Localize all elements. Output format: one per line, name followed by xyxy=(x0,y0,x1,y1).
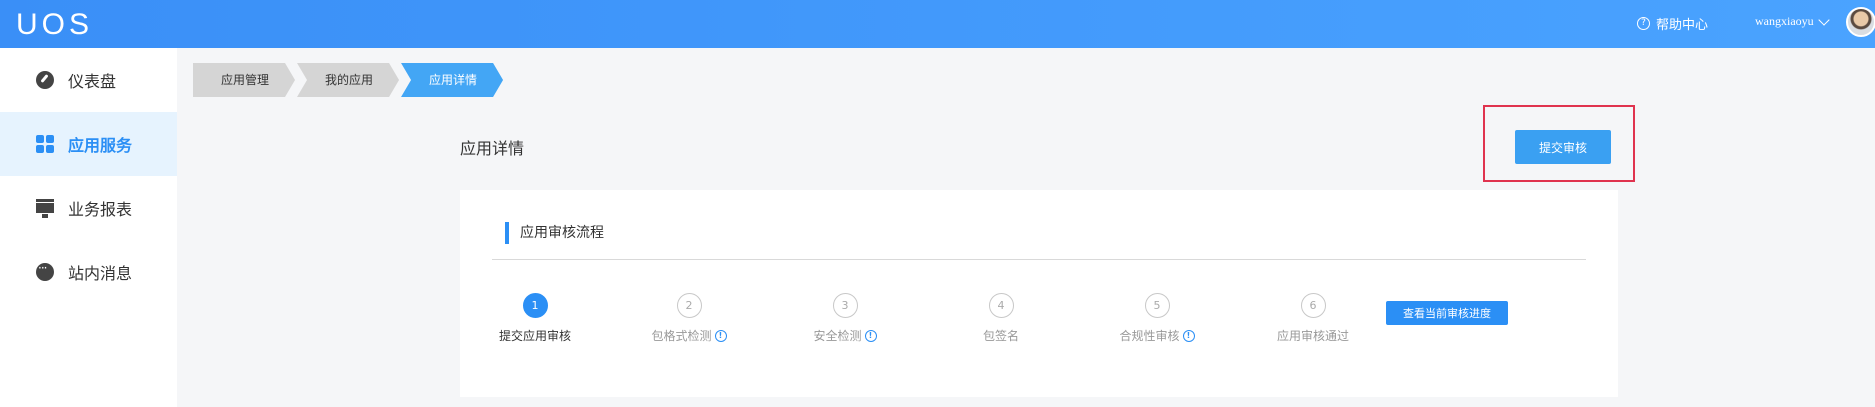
sidebar-item-dashboard[interactable]: 仪表盘 xyxy=(0,48,177,112)
breadcrumb-app-management[interactable]: 应用管理 xyxy=(193,63,295,97)
sidebar-item-label: 业务报表 xyxy=(68,200,133,219)
step-2: 2 包格式检测! xyxy=(619,293,759,344)
breadcrumb-app-detail: 应用详情 xyxy=(401,63,503,97)
username: wangxiaoyu xyxy=(1755,14,1814,28)
message-icon xyxy=(36,261,54,281)
divider xyxy=(492,259,1586,260)
step-label: 提交应用审核 xyxy=(498,329,571,343)
user-menu[interactable]: wangxiaoyu xyxy=(1755,13,1830,29)
breadcrumb-my-apps[interactable]: 我的应用 xyxy=(297,63,399,97)
sidebar-item-label: 应用服务 xyxy=(68,136,133,155)
top-bar: UOS ? 帮助中心 wangxiaoyu xyxy=(0,0,1875,48)
step-label: 应用审核通过 xyxy=(1276,329,1349,343)
grid-icon xyxy=(36,135,54,153)
sidebar-item-messages[interactable]: 站内消息 xyxy=(0,240,177,304)
report-icon xyxy=(36,199,54,218)
chevron-down-icon xyxy=(1817,13,1830,26)
view-progress-button[interactable]: 查看当前审核进度 xyxy=(1386,301,1508,325)
sidebar-item-label: 站内消息 xyxy=(68,264,133,283)
step-label: 包格式检测 xyxy=(651,329,712,343)
step-label: 包签名 xyxy=(982,329,1019,343)
logo: UOS xyxy=(16,8,94,41)
section-title: 应用审核流程 xyxy=(505,222,604,244)
page-title: 应用详情 xyxy=(460,139,525,158)
step-label: 合规性审核 xyxy=(1119,329,1180,343)
sidebar: 仪表盘 应用服务 业务报表 站内消息 xyxy=(0,48,177,407)
help-center-label: 帮助中心 xyxy=(1656,18,1709,33)
step-number: 5 xyxy=(1144,293,1170,318)
info-icon[interactable]: ! xyxy=(864,329,877,342)
sidebar-item-app-services[interactable]: 应用服务 xyxy=(0,112,177,176)
dashboard-icon xyxy=(36,71,54,89)
step-3: 3 安全检测! xyxy=(775,293,915,344)
sidebar-item-reports[interactable]: 业务报表 xyxy=(0,176,177,240)
question-circle-icon: ? xyxy=(1637,17,1650,30)
help-center-link[interactable]: ? 帮助中心 xyxy=(1637,14,1708,33)
sidebar-item-label: 仪表盘 xyxy=(68,72,117,91)
step-1: 1 提交应用审核 xyxy=(465,293,605,344)
step-number: 6 xyxy=(1300,293,1326,318)
step-6: 6 应用审核通过 xyxy=(1243,293,1383,344)
info-icon[interactable]: ! xyxy=(1182,329,1195,342)
step-4: 4 包签名 xyxy=(931,293,1071,344)
avatar[interactable] xyxy=(1846,7,1875,37)
step-number: 1 xyxy=(522,293,548,318)
step-label: 安全检测 xyxy=(813,329,862,343)
step-5: 5 合规性审核! xyxy=(1087,293,1227,344)
submit-review-button[interactable]: 提交审核 xyxy=(1515,130,1611,164)
breadcrumb: 应用管理 我的应用 应用详情 xyxy=(193,63,505,97)
step-number: 4 xyxy=(988,293,1014,318)
review-process-card: 应用审核流程 1 提交应用审核 2 包格式检测! 3 安全检测! 4 包签名 5… xyxy=(460,190,1618,397)
step-number: 3 xyxy=(832,293,858,318)
info-icon[interactable]: ! xyxy=(714,329,727,342)
step-number: 2 xyxy=(676,293,702,318)
